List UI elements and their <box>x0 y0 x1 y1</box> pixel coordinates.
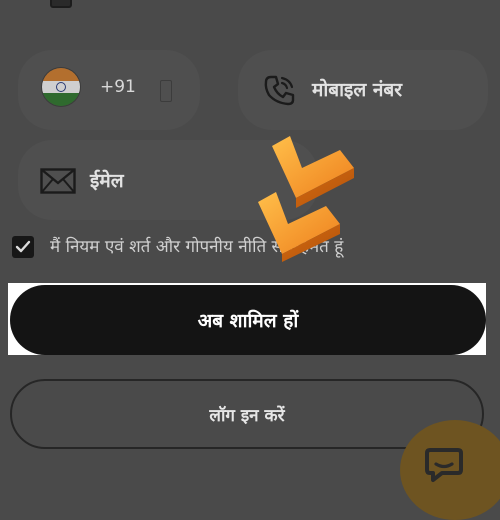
country-code-text: +91 <box>100 77 136 97</box>
terms-checkbox[interactable] <box>12 236 34 258</box>
orange-double-check-logo <box>258 136 354 262</box>
code-separator <box>160 80 172 102</box>
email-placeholder: ईमेल <box>90 170 124 192</box>
signup-screen: +91 मोबाइल नंबर ईमेल मैं नियम एवं शर्त औ… <box>0 0 500 520</box>
checkmark-icon <box>15 240 31 253</box>
phone-icon <box>264 75 295 106</box>
top-checkbox-partial[interactable] <box>50 0 72 8</box>
join-now-button[interactable]: अब शामिल हों <box>10 285 486 355</box>
mail-icon <box>40 168 76 194</box>
chat-bubble-icon <box>425 448 463 482</box>
india-flag-icon <box>42 68 80 106</box>
mobile-number-placeholder: मोबाइल नंबर <box>312 79 403 101</box>
